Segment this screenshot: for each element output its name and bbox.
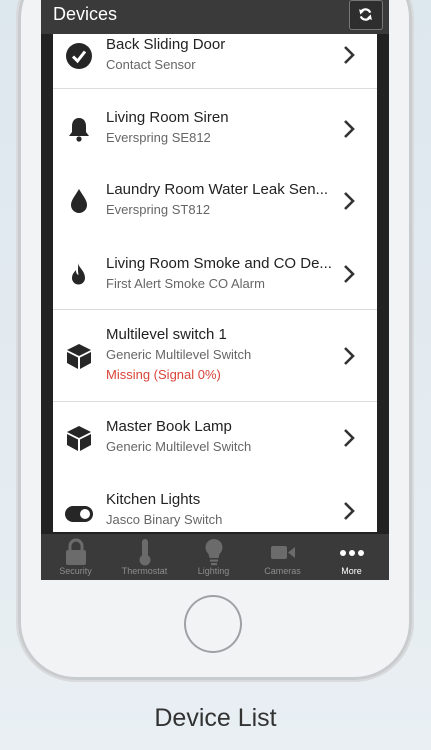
device-row[interactable]: Back Sliding Door Contact Sensor: [53, 34, 377, 89]
cube-icon: [67, 344, 91, 369]
tab-label: Cameras: [264, 566, 301, 576]
tab-label: Thermostat: [121, 566, 168, 576]
refresh-icon: [359, 8, 372, 21]
flame-icon: [72, 263, 85, 285]
device-type: Contact Sensor: [106, 57, 196, 72]
device-row[interactable]: Living Room Siren Everspring SE812: [53, 93, 377, 166]
device-name: Living Room Siren: [106, 109, 229, 126]
lock-icon: [66, 538, 86, 565]
water-drop-icon: [71, 189, 87, 213]
chevron-right-icon: [344, 502, 355, 520]
device-type: First Alert Smoke CO Alarm: [106, 276, 265, 291]
tab-label: Lighting: [197, 566, 230, 576]
device-name: Multilevel switch 1: [106, 326, 227, 343]
video-camera-icon: [271, 546, 295, 559]
app-screen: Devices Back Sliding Door Contact Sensor: [41, 0, 389, 580]
device-name: Laundry Room Water Leak Sen...: [106, 181, 329, 198]
tab-cameras[interactable]: Cameras: [248, 534, 317, 580]
tab-label: More: [341, 566, 362, 576]
bell-icon: [69, 118, 89, 142]
home-button[interactable]: [184, 595, 242, 653]
cube-icon: [67, 426, 91, 451]
device-name: Living Room Smoke and CO De...: [106, 255, 332, 272]
device-list: Back Sliding Door Contact Sensor Living …: [53, 34, 377, 532]
app-header: Devices: [41, 0, 389, 34]
device-name: Kitchen Lights: [106, 491, 201, 508]
tab-security[interactable]: Security: [41, 534, 110, 580]
more-icon: [340, 550, 364, 556]
device-row[interactable]: Kitchen Lights Jasco Binary Switch: [53, 474, 377, 532]
tab-bar: Security Thermostat Lighting Cameras Mor…: [41, 534, 389, 580]
device-type: Generic Multilevel Switch: [106, 347, 252, 362]
device-type: Everspring SE812: [106, 130, 211, 145]
check-circle-icon: [66, 43, 92, 69]
device-name: Master Book Lamp: [106, 418, 232, 435]
chevron-right-icon: [344, 46, 355, 64]
toggle-icon: [65, 506, 93, 522]
device-row[interactable]: Laundry Room Water Leak Sen... Eversprin…: [53, 165, 377, 238]
device-row[interactable]: Multilevel switch 1 Generic Multilevel S…: [53, 310, 377, 402]
tab-more[interactable]: More: [317, 534, 389, 580]
chevron-right-icon: [344, 429, 355, 447]
device-status: Missing (Signal 0%): [106, 367, 221, 382]
tab-label: Security: [59, 566, 92, 576]
device-name: Back Sliding Door: [106, 36, 226, 53]
chevron-right-icon: [344, 265, 355, 283]
device-type: Everspring ST812: [106, 202, 211, 217]
caption: Device List: [154, 704, 277, 732]
chevron-right-icon: [344, 120, 355, 138]
device-row[interactable]: Living Room Smoke and CO De... First Ale…: [53, 237, 377, 310]
chevron-right-icon: [344, 347, 355, 365]
tab-lighting[interactable]: Lighting: [179, 534, 248, 580]
chevron-right-icon: [344, 192, 355, 210]
page-title: Devices: [53, 4, 118, 24]
device-row[interactable]: Master Book Lamp Generic Multilevel Swit…: [53, 402, 377, 475]
refresh-button[interactable]: [349, 0, 383, 30]
lightbulb-icon: [205, 538, 223, 566]
thermometer-icon: [139, 539, 151, 566]
tab-thermostat[interactable]: Thermostat: [110, 534, 179, 580]
device-type: Jasco Binary Switch: [106, 512, 223, 527]
device-type: Generic Multilevel Switch: [106, 439, 252, 454]
